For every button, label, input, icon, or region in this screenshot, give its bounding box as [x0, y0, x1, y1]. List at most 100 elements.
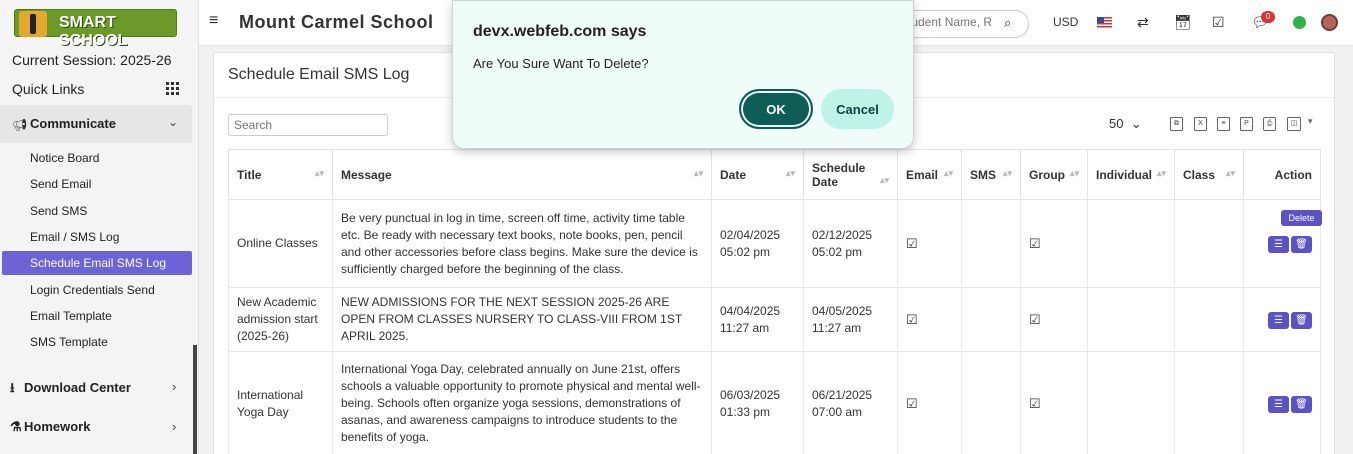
col-email[interactable]: Email ▴▾	[897, 149, 962, 200]
sidebar-item-notice-board[interactable]: Notice Board	[30, 151, 99, 165]
chevron-down-icon: ⌄	[168, 115, 179, 129]
cell-title: New Academic admission start (2025-26)	[228, 287, 333, 352]
cell-action: ☰ 🗑︎	[1243, 287, 1321, 352]
swap-icon[interactable]: ⇄	[1137, 14, 1149, 31]
sort-icon: ▴▾	[1002, 167, 1012, 178]
ok-button[interactable]: OK	[739, 89, 813, 129]
sort-icon: ▴▾	[1156, 167, 1166, 178]
sort-icon: ▴▾	[693, 167, 703, 178]
cell-date: 02/04/2025 05:02 pm	[711, 199, 804, 288]
sort-icon: ▴▾	[1069, 167, 1079, 178]
table-search-input[interactable]	[228, 114, 388, 136]
calendar-icon[interactable]: 📅︎	[1174, 14, 1192, 31]
excel-icon[interactable]: X	[1194, 117, 1207, 131]
cell-schedule-date: 04/05/2025 11:27 am	[803, 287, 898, 352]
cell-group: ☑	[1020, 287, 1088, 352]
col-message[interactable]: Message ▴▾	[332, 149, 712, 200]
col-schedule-date[interactable]: Schedule Date ▴▾	[803, 149, 898, 200]
sidebar-section-homework[interactable]: ⚗ Homework	[10, 419, 90, 435]
menu-icon[interactable]: ≡	[209, 12, 218, 30]
search-icon[interactable]: ⌕	[1004, 15, 1011, 31]
sort-icon: ▴▾	[879, 174, 889, 185]
sort-icon: ▴▾	[943, 167, 953, 178]
sidebar-item-schedule-email-sms-log[interactable]: Schedule Email SMS Log	[2, 251, 192, 275]
section-label: Homework	[24, 419, 91, 434]
delete-tooltip: Delete	[1281, 210, 1322, 226]
student-search-input[interactable]	[900, 15, 1000, 29]
sidebar-item-send-email[interactable]: Send Email	[30, 177, 91, 191]
page-title: Schedule Email SMS Log	[228, 66, 410, 83]
sidebar-item-login-credentials-send[interactable]: Login Credentials Send	[30, 283, 155, 297]
csv-icon[interactable]: ≡	[1217, 117, 1230, 131]
cell-schedule-date: 02/12/2025 05:02 pm	[803, 199, 898, 288]
per-page-select[interactable]: 50 ⌄	[1109, 116, 1142, 132]
flask-icon: ⚗	[10, 419, 22, 434]
delete-button[interactable]: 🗑︎	[1291, 395, 1312, 413]
cell-message: Be very punctual in log in time, screen …	[332, 199, 712, 288]
table-row: Online Classes Be very punctual in log i…	[228, 199, 1321, 288]
copy-icon[interactable]: ⧉	[1170, 117, 1183, 131]
sort-icon: ▴▾	[785, 167, 795, 178]
cell-sms	[961, 287, 1021, 352]
quick-links[interactable]: Quick Links	[12, 81, 84, 97]
logo-icon	[19, 11, 47, 37]
cell-email: ☑	[897, 351, 962, 454]
sidebar-section-communicate[interactable]: 📢︎ Communicate ⌄	[0, 105, 192, 143]
sidebar-section-download-center[interactable]: ⭳ Download Center	[10, 379, 131, 401]
chevron-down-icon: ⌄	[1130, 116, 1142, 131]
sidebar-item-send-sms[interactable]: Send SMS	[30, 204, 87, 218]
sort-icon: ▴▾	[314, 167, 324, 178]
view-button[interactable]: ☰	[1268, 395, 1289, 413]
cell-schedule-date: 06/21/2025 07:00 am	[803, 351, 898, 454]
student-search[interactable]: ⌕	[899, 10, 1029, 38]
cell-individual	[1087, 351, 1175, 454]
pdf-icon[interactable]: P	[1240, 117, 1253, 131]
print-icon[interactable]: ⎙	[1263, 117, 1276, 131]
col-title[interactable]: Title ▴▾	[228, 149, 333, 200]
view-button[interactable]: ☰	[1268, 311, 1289, 329]
sidebar: SMART SCHOOL Current Session: 2025-26 Qu…	[0, 0, 199, 454]
sidebar-item-sms-template[interactable]: SMS Template	[30, 335, 108, 349]
columns-icon[interactable]: ◫	[1287, 117, 1301, 131]
school-name: Mount Carmel School	[239, 12, 434, 32]
section-label: Download Center	[24, 380, 131, 395]
table-header-row: Title ▴▾ Message ▴▾ Date ▴▾ Schedule Date ▴▾…	[228, 149, 1321, 200]
col-individual[interactable]: Individual ▴▾	[1087, 149, 1175, 200]
per-page-value: 50	[1109, 116, 1124, 131]
cell-title: Online Classes	[228, 199, 333, 288]
cell-message: International Yoga Day, celebrated annua…	[332, 351, 712, 454]
cancel-button[interactable]: Cancel	[821, 89, 894, 129]
cell-date: 06/03/2025 01:33 pm	[711, 351, 804, 454]
sidebar-item-email-sms-log[interactable]: Email / SMS Log	[30, 230, 119, 244]
logo-text: SMART SCHOOL	[59, 14, 128, 49]
app-logo[interactable]: SMART SCHOOL	[14, 9, 177, 49]
sidebar-item-label: Schedule Email SMS Log	[30, 256, 167, 270]
delete-button[interactable]: 🗑︎	[1291, 235, 1312, 253]
whatsapp-icon[interactable]	[1293, 16, 1306, 29]
sidebar-item-email-template[interactable]: Email Template	[30, 309, 112, 323]
us-flag-icon[interactable]	[1097, 17, 1112, 28]
grid-icon[interactable]	[166, 82, 179, 95]
col-action: Action	[1243, 149, 1321, 200]
col-class[interactable]: Class ▴▾	[1174, 149, 1244, 200]
cell-class	[1174, 351, 1244, 454]
avatar[interactable]	[1321, 14, 1338, 31]
current-session[interactable]: Current Session: 2025-26	[12, 52, 172, 68]
col-date[interactable]: Date ▴▾	[711, 149, 804, 200]
sort-icon: ▴▾	[1225, 167, 1235, 178]
task-check-icon[interactable]: ☑	[1212, 14, 1225, 31]
col-group[interactable]: Group ▴▾	[1020, 149, 1088, 200]
sidebar-scrollbar[interactable]	[193, 345, 197, 454]
currency-selector[interactable]: USD	[1053, 15, 1078, 29]
cell-individual	[1087, 199, 1175, 288]
view-button[interactable]: ☰	[1268, 235, 1289, 253]
checked-icon: ☑	[906, 311, 918, 327]
chevron-right-icon: ›	[172, 379, 177, 394]
col-sms[interactable]: SMS ▴▾	[961, 149, 1021, 200]
table-row: New Academic admission start (2025-26) N…	[228, 287, 1321, 352]
delete-button[interactable]: 🗑︎	[1291, 311, 1312, 329]
checked-icon: ☑	[1029, 395, 1041, 411]
caret-down-icon[interactable]: ▾	[1308, 116, 1313, 127]
cell-email: ☑	[897, 199, 962, 288]
checked-icon: ☑	[906, 395, 918, 411]
